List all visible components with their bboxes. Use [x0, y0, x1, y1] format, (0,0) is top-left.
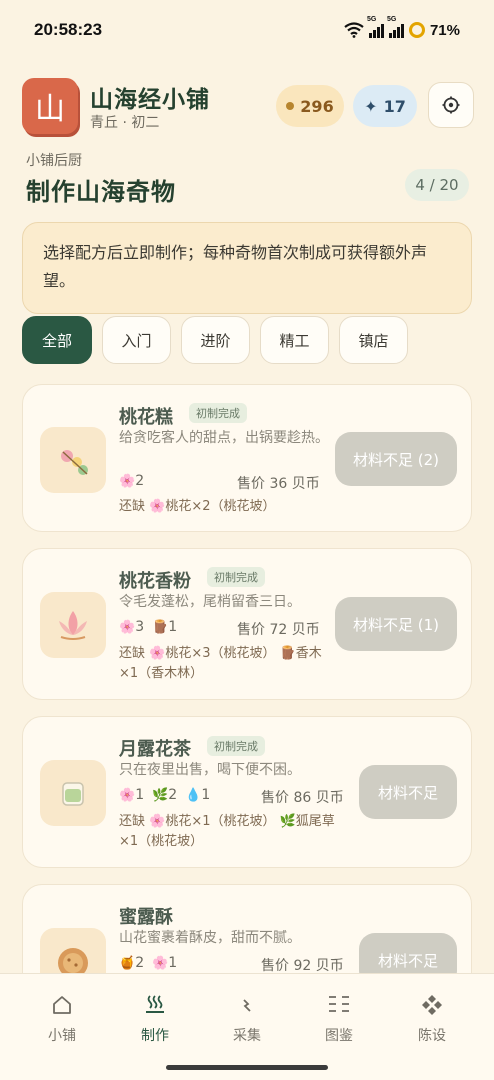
- tab-advanced[interactable]: 进阶: [181, 316, 250, 364]
- recipe-description: 给贪吃客人的甜点，出锅要趁热。: [119, 430, 329, 446]
- status-icons: 5G 5G 71%: [344, 16, 460, 39]
- settings-button[interactable]: [428, 82, 474, 128]
- diamond-grid-icon: [420, 992, 444, 1018]
- status-bar: 20:58:23 5G 5G 71%: [0, 0, 494, 60]
- recipe-description: 只在夜里出售，喝下便不困。: [119, 762, 301, 778]
- tab-beginner[interactable]: 入门: [102, 316, 171, 364]
- first-craft-badge: 初制完成: [207, 736, 265, 756]
- ingredient-list: 🌸3 🪵1: [119, 619, 177, 635]
- ingredient: 🌸1: [119, 787, 145, 803]
- reputation-count: 17: [383, 96, 406, 116]
- missing-materials: 还缺 🌸桃花×3（桃花坡） 🪵香木×1（香木林）: [119, 646, 322, 681]
- nav-label: 小铺: [48, 1028, 76, 1044]
- cell-signal-icon: 5G: [367, 16, 384, 38]
- craft-button[interactable]: 材料不足 (1): [335, 597, 457, 651]
- status-time: 20:58:23: [34, 20, 103, 39]
- nav-decor[interactable]: 陈设: [397, 992, 467, 1045]
- gear-icon: [442, 96, 460, 114]
- app-header: 山 山海经小铺 青丘 · 初二 296 ✦ 17: [22, 78, 474, 134]
- nav-craft[interactable]: 制作: [120, 992, 190, 1045]
- wifi-icon: [344, 22, 364, 38]
- ingredient: 🌿2: [152, 787, 178, 803]
- nav-label: 采集: [233, 1028, 261, 1044]
- ingredient: 🌸3: [119, 619, 145, 635]
- recipe-name: 桃花糕: [119, 407, 173, 428]
- peach-blossom-icon: 🌸: [152, 956, 169, 971]
- herb-icon: 🌿: [152, 788, 169, 803]
- recipe-card[interactable]: 桃花香粉 初制完成 令毛发蓬松，尾梢留香三日。 🌸3 🪵1 售价 72 贝币 还…: [22, 548, 472, 700]
- battery-icon: [408, 22, 425, 38]
- ingredient-list: 🍯2 🌸1: [119, 955, 177, 971]
- coin-icon: [286, 102, 295, 110]
- home-icon: [51, 992, 73, 1018]
- craft-button[interactable]: 材料不足 (2): [335, 432, 457, 486]
- ingredient-list: 🌸1 🌿2 💧1: [119, 787, 210, 803]
- shop-logo: 山: [22, 78, 78, 134]
- lotus-icon: [40, 592, 106, 658]
- recipe-price: 售价 72 贝币: [237, 622, 320, 638]
- category-tabs: 全部 入门 进阶 精工 镇店: [22, 316, 408, 364]
- tab-all[interactable]: 全部: [22, 316, 92, 364]
- recipe-description: 令毛发蓬松，尾梢留香三日。: [119, 594, 301, 610]
- wood-icon: 🪵: [152, 620, 169, 635]
- ingredient: 🍯2: [119, 955, 145, 971]
- battery-level: 71%: [429, 21, 460, 39]
- tab-crafted[interactable]: 精工: [260, 316, 329, 364]
- shop-name: 山海经小铺: [90, 87, 210, 113]
- bottom-nav: 小铺 制作 采集 图鉴 陈设: [0, 973, 494, 1080]
- nav-label: 制作: [141, 1028, 169, 1044]
- info-notice: 选择配方后立即制作；每种奇物首次制成可获得额外声望。: [22, 222, 472, 314]
- missing-materials: 还缺 🌸桃花×1（桃花坡） 🌿狐尾草×1（桃花坡）: [119, 814, 335, 849]
- peach-blossom-icon: 🌸: [119, 620, 136, 635]
- nav-label: 陈设: [418, 1028, 446, 1044]
- section-kicker: 小铺后厨: [26, 153, 82, 169]
- peach-blossom-icon: 🌸: [119, 788, 136, 803]
- cell-signal-icon: 5G: [387, 16, 404, 38]
- honey-icon: 🍯: [119, 956, 136, 971]
- coin-count: 296: [300, 96, 334, 116]
- shop-location-date: 青丘 · 初二: [90, 115, 160, 131]
- recipe-price: 售价 36 贝币: [237, 476, 320, 492]
- peach-cake-icon: [40, 427, 106, 493]
- tea-cup-icon: [40, 760, 106, 826]
- ingredient: 🪵1: [152, 619, 178, 635]
- recipe-card[interactable]: 月露花茶 初制完成 只在夜里出售，喝下便不困。 🌸1 🌿2 💧1 售价 86 贝…: [22, 716, 472, 868]
- recipe-name: 月露花茶: [119, 739, 191, 760]
- missing-materials: 还缺 🌸桃花×2（桃花坡）: [119, 499, 276, 514]
- nav-shop[interactable]: 小铺: [27, 992, 97, 1045]
- tab-signature[interactable]: 镇店: [339, 316, 408, 364]
- coin-balance[interactable]: 296: [276, 85, 344, 127]
- nav-label: 图鉴: [325, 1028, 353, 1044]
- ingredient: 🌸2: [119, 473, 145, 489]
- recipe-card[interactable]: 桃花糕 初制完成 给贪吃客人的甜点，出锅要趁热。 🌸2 售价 36 贝币 还缺 …: [22, 384, 472, 532]
- recipe-name: 桃花香粉: [119, 571, 191, 592]
- sparkle-icon: ✦: [364, 96, 378, 116]
- steam-icon: [143, 992, 167, 1018]
- recipe-price: 售价 86 贝币: [261, 790, 344, 806]
- ingredient: 🌸1: [152, 955, 178, 971]
- craft-button[interactable]: 材料不足: [359, 765, 457, 819]
- nav-gather[interactable]: 采集: [212, 992, 282, 1045]
- catalog-icon: [327, 992, 351, 1018]
- recipe-name: 蜜露酥: [119, 907, 173, 928]
- ingredient-list: 🌸2: [119, 473, 144, 489]
- spark-icon: [236, 992, 258, 1018]
- nav-catalog[interactable]: 图鉴: [304, 992, 374, 1045]
- recipe-description: 山花蜜裹着酥皮，甜而不腻。: [119, 930, 301, 946]
- page-title: 制作山海奇物: [26, 178, 176, 206]
- ingredient: 💧1: [185, 787, 211, 803]
- water-drop-icon: 💧: [185, 788, 202, 803]
- collection-progress: 4 / 20: [405, 169, 469, 201]
- home-indicator[interactable]: [166, 1065, 328, 1070]
- recipe-price: 售价 92 贝币: [261, 958, 344, 974]
- peach-blossom-icon: 🌸: [119, 474, 136, 489]
- reputation-balance[interactable]: ✦ 17: [353, 85, 417, 127]
- first-craft-badge: 初制完成: [207, 567, 265, 587]
- first-craft-badge: 初制完成: [189, 403, 247, 423]
